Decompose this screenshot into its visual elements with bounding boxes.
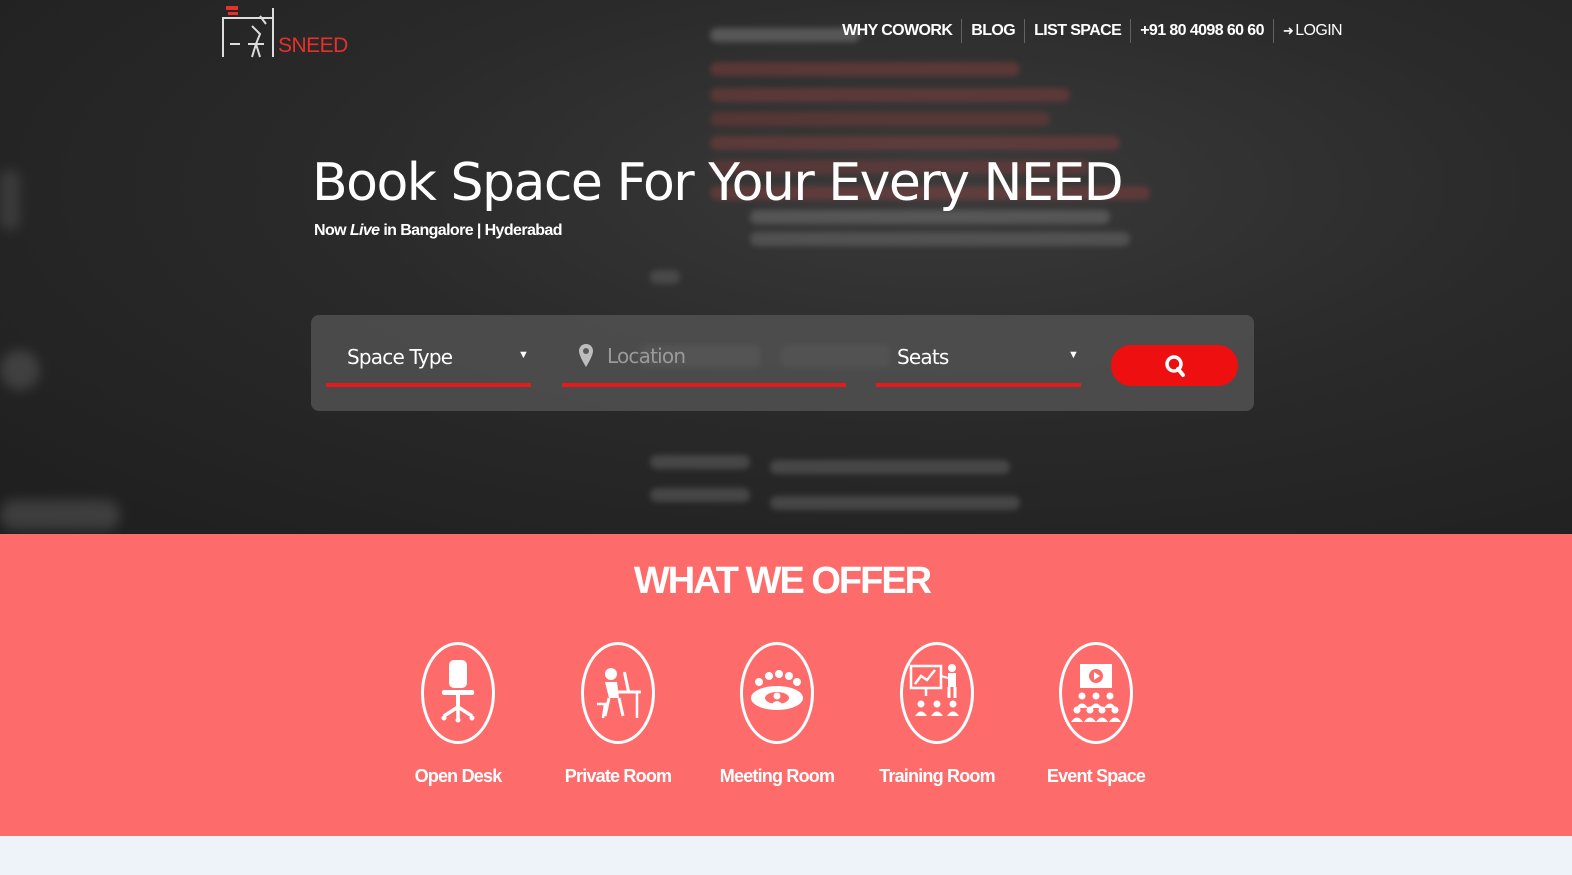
map-pin-icon bbox=[579, 344, 593, 367]
meeting-table-icon bbox=[751, 670, 803, 710]
chevron-down-icon: ▼ bbox=[1068, 349, 1079, 361]
offer-section: WHAT WE OFFER Open Desk Private Room Mee… bbox=[0, 534, 1572, 836]
location-placeholder: Location bbox=[607, 344, 686, 368]
search-icon bbox=[1164, 354, 1185, 377]
location-input[interactable]: Location bbox=[562, 335, 846, 387]
offer-icon-circle bbox=[581, 642, 655, 744]
offer-label-training-room: Training Room bbox=[879, 766, 995, 786]
brand-logo[interactable]: SNEED bbox=[220, 4, 350, 62]
offer-title: WHAT WE OFFER bbox=[633, 560, 932, 602]
hero-section: SNEED WHY COWORK BLOG LIST SPACE +91 80 … bbox=[0, 0, 1572, 534]
hero-subtitle-emphasis: Live bbox=[349, 222, 380, 239]
offer-label-private-room: Private Room bbox=[564, 766, 672, 786]
search-panel: Space Type ▼ Location Seats ▼ bbox=[311, 315, 1254, 411]
offer-item-private-room[interactable]: Private Room bbox=[538, 642, 698, 787]
seats-value: Seats bbox=[897, 345, 949, 369]
nav-list-space[interactable]: LIST SPACE bbox=[1025, 19, 1132, 43]
offer-icon-circle bbox=[1059, 642, 1133, 744]
nav-blog[interactable]: BLOG bbox=[962, 19, 1026, 43]
presentation-icon bbox=[909, 664, 959, 716]
offer-item-training-room[interactable]: Training Room bbox=[857, 642, 1017, 787]
offer-item-open-desk[interactable]: Open Desk bbox=[378, 642, 538, 787]
background-blur bbox=[0, 150, 140, 534]
offer-item-meeting-room[interactable]: Meeting Room bbox=[697, 642, 857, 787]
search-button[interactable] bbox=[1111, 345, 1238, 386]
nav-login[interactable]: ➜ LOGIN bbox=[1274, 19, 1351, 43]
offer-icon-circle bbox=[900, 642, 974, 744]
offer-icon-circle bbox=[421, 642, 495, 744]
code-background bbox=[640, 0, 1200, 534]
offer-label-meeting-room: Meeting Room bbox=[719, 766, 835, 786]
event-audience-icon bbox=[1071, 664, 1121, 722]
logo-text: SNEED bbox=[278, 34, 348, 57]
seats-select[interactable]: Seats ▼ bbox=[876, 335, 1081, 387]
nav-why-cowork[interactable]: WHY COWORK bbox=[833, 19, 963, 43]
person-at-desk-icon bbox=[597, 668, 641, 719]
desk-logo-icon bbox=[222, 6, 274, 58]
chevron-down-icon: ▼ bbox=[518, 349, 529, 361]
offer-label-open-desk: Open Desk bbox=[414, 766, 503, 786]
hero-subtitle-suffix: in Bangalore | Hyderabad bbox=[383, 222, 562, 239]
space-type-value: Space Type bbox=[347, 345, 453, 369]
offer-icon-circle bbox=[740, 642, 814, 744]
login-icon: ➜ bbox=[1282, 23, 1294, 38]
main-nav: WHY COWORK BLOG LIST SPACE +91 80 4098 6… bbox=[833, 19, 1351, 43]
nav-phone[interactable]: +91 80 4098 60 60 bbox=[1131, 19, 1274, 43]
office-chair-icon bbox=[441, 660, 475, 723]
hero-subtitle-prefix: Now bbox=[314, 222, 347, 239]
hero-subtitle: Now Live in Bangalore | Hyderabad bbox=[314, 222, 563, 240]
hero-title: Book Space For Your Every NEED bbox=[312, 153, 1124, 213]
space-type-select[interactable]: Space Type ▼ bbox=[326, 335, 531, 387]
offer-item-event-space[interactable]: Event Space bbox=[1016, 642, 1176, 787]
next-section-edge bbox=[0, 836, 1572, 875]
offer-label-event-space: Event Space bbox=[1046, 766, 1146, 786]
nav-login-label: LOGIN bbox=[1295, 22, 1342, 39]
